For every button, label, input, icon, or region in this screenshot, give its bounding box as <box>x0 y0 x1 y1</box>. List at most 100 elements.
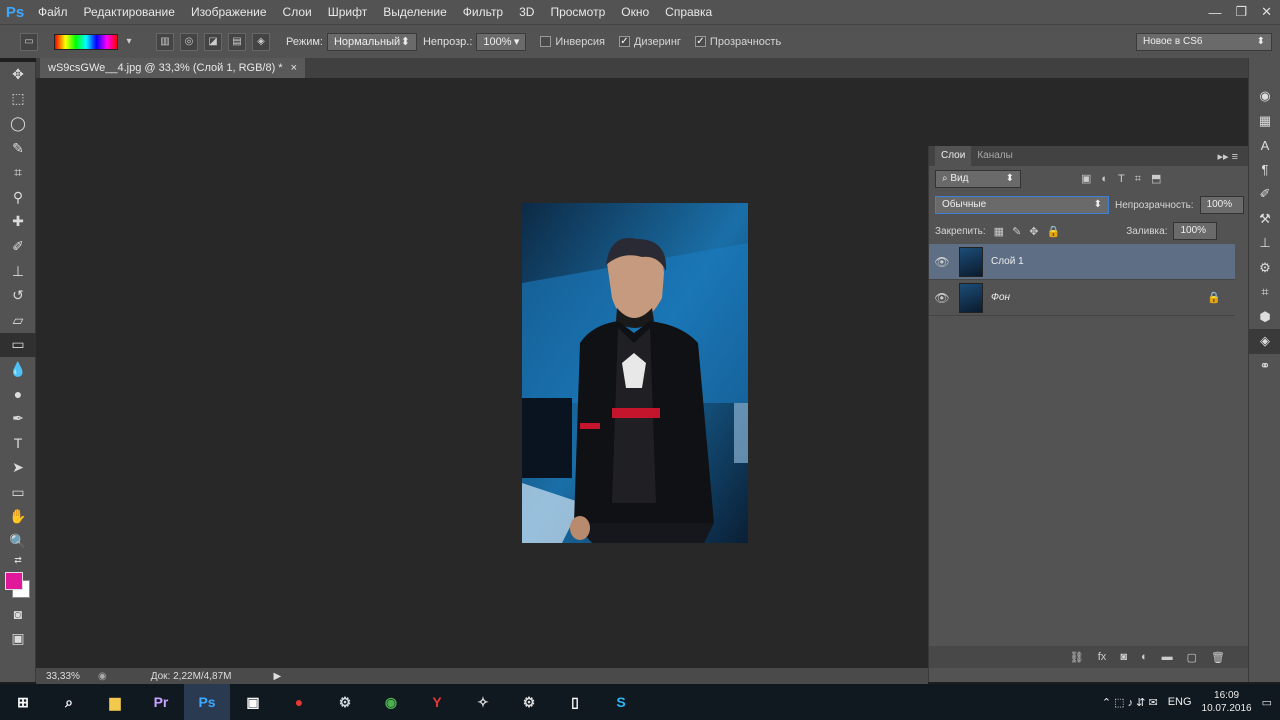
add-mask-icon[interactable]: ◙ <box>1120 651 1127 663</box>
layer-filter-select[interactable]: ⌕ Вид ⬍ <box>935 170 1021 188</box>
status-menu-arrow-icon[interactable]: ▶ <box>273 671 281 682</box>
swap-colors-icon[interactable]: ⇄ <box>0 554 36 568</box>
eye-icon[interactable]: 👁 <box>929 255 955 269</box>
tab-channels[interactable]: Каналы <box>971 146 1019 166</box>
premiere-icon[interactable]: Pr <box>138 684 184 720</box>
gradient-picker[interactable] <box>54 33 118 50</box>
transparency-checkbox[interactable]: ✓ <box>694 36 706 47</box>
channels-icon[interactable]: ⚭ <box>1249 354 1280 379</box>
angle-gradient-icon[interactable]: ◪ <box>204 32 222 51</box>
screen-mode-icon[interactable]: ▣ <box>0 626 36 651</box>
shape-tool-icon[interactable]: ▭ <box>0 480 36 505</box>
start-button-icon[interactable]: ⊞ <box>0 684 46 720</box>
blend-mode-select[interactable]: Обычные ⬍ <box>935 196 1109 214</box>
tool-presets-icon[interactable]: ⚒ <box>1249 207 1280 232</box>
menu-select[interactable]: Выделение <box>375 0 455 24</box>
eraser-tool-icon[interactable]: ▱ <box>0 308 36 333</box>
layer-row[interactable]: 👁 Фон 🔒 <box>929 280 1235 316</box>
path-select-tool-icon[interactable]: ➤ <box>0 456 36 481</box>
trash-icon[interactable]: 🗑 <box>1211 651 1225 664</box>
menu-help[interactable]: Справка <box>657 0 720 24</box>
search-icon[interactable]: ⌕ <box>46 684 92 720</box>
type-tool-icon[interactable]: T <box>0 431 36 456</box>
radial-gradient-icon[interactable]: ◎ <box>180 32 198 51</box>
layer-filter-icons[interactable]: ▣◐T⌗⬒ <box>1081 172 1171 186</box>
layer-row[interactable]: 👁 Слой 1 <box>929 244 1235 280</box>
new-layer-icon[interactable]: ▢ <box>1187 651 1197 664</box>
lock-icons[interactable]: ▦✎✥🔒 <box>994 225 1069 238</box>
menu-image[interactable]: Изображение <box>183 0 275 24</box>
menu-layers[interactable]: Слои <box>275 0 320 24</box>
dodge-tool-icon[interactable]: ● <box>0 382 36 407</box>
crop-tool-icon[interactable]: ⌗ <box>0 160 36 185</box>
inverse-checkbox[interactable] <box>540 36 552 47</box>
workspace-select[interactable]: Новое в CS6 ⬍ <box>1136 33 1272 51</box>
steam-icon[interactable]: ⚙ <box>322 684 368 720</box>
document-icon[interactable]: ▯ <box>552 684 598 720</box>
tab-layers[interactable]: Слои <box>935 146 972 166</box>
document-image[interactable] <box>522 203 748 543</box>
maximize-button[interactable]: ❐ <box>1235 4 1247 20</box>
steam-client-icon[interactable]: ⚙ <box>506 684 552 720</box>
hand-tool-icon[interactable]: ✋ <box>0 505 36 530</box>
yandex-icon[interactable]: Y <box>414 684 460 720</box>
skype-icon[interactable]: S <box>598 684 644 720</box>
marquee-tool-icon[interactable]: ⬚ <box>0 87 36 112</box>
video-editor-icon[interactable]: ▣ <box>230 684 276 720</box>
link-layers-icon[interactable]: ⛓ <box>1070 651 1084 664</box>
3d-icon[interactable]: ⬢ <box>1249 305 1280 330</box>
minimize-button[interactable]: — <box>1208 5 1221 20</box>
layer-opacity-input[interactable]: 100% <box>1199 196 1244 214</box>
new-group-icon[interactable]: ▬ <box>1162 651 1173 663</box>
tray-icons[interactable]: ⌃ ⬚ ♪ ⇵ ✉ <box>1102 696 1158 709</box>
pen-tool-icon[interactable]: ✒ <box>0 406 36 431</box>
clock[interactable]: 16:09 10.07.2016 <box>1202 689 1252 715</box>
menu-file[interactable]: Файл <box>30 0 76 24</box>
dither-checkbox[interactable]: ✓ <box>618 36 630 47</box>
brush-presets-icon[interactable]: ✐ <box>1249 182 1280 207</box>
tool-preset-icon[interactable]: ▭ <box>20 32 38 51</box>
paragraph-icon[interactable]: ¶ <box>1249 158 1280 183</box>
photoshop-taskbar-icon[interactable]: Ps <box>184 684 230 720</box>
menu-window[interactable]: Окно <box>613 0 657 24</box>
panel-menu-icon[interactable]: ▸▸ ≡ <box>1217 150 1238 163</box>
close-button[interactable]: ✕ <box>1261 4 1272 20</box>
eyedropper-tool-icon[interactable]: ⚲ <box>0 185 36 210</box>
move-tool-icon[interactable]: ✥ <box>0 62 36 87</box>
app-icon[interactable]: ✧ <box>460 684 506 720</box>
file-explorer-icon[interactable]: ▆ <box>92 684 138 720</box>
mode-select[interactable]: Нормальный ⬍ <box>326 32 417 51</box>
brush-tool-icon[interactable]: ✐ <box>0 234 36 259</box>
menu-filter[interactable]: Фильтр <box>455 0 511 24</box>
lasso-tool-icon[interactable]: ◯ <box>0 111 36 136</box>
menu-type[interactable]: Шрифт <box>320 0 375 24</box>
fx-icon[interactable]: fx <box>1098 651 1107 663</box>
reflected-gradient-icon[interactable]: ▤ <box>228 32 246 51</box>
document-tab[interactable]: wS9csGWe__4.jpg @ 33,3% (Слой 1, RGB/8) … <box>40 58 306 78</box>
canvas-area[interactable] <box>36 78 928 668</box>
chrome-icon[interactable]: ◉ <box>368 684 414 720</box>
zoom-tool-icon[interactable]: 🔍 <box>0 529 36 554</box>
zoom-level[interactable]: 33,33% <box>46 671 86 682</box>
recorder-icon[interactable]: ● <box>276 684 322 720</box>
eye-icon[interactable]: 👁 <box>929 291 955 305</box>
properties-icon[interactable]: ⌗ <box>1249 280 1280 305</box>
character-icon[interactable]: A <box>1249 133 1280 158</box>
adjustment-layer-icon[interactable]: ◐ <box>1141 651 1148 663</box>
clone-source-icon[interactable]: ⊥ <box>1249 231 1280 256</box>
quick-mask-icon[interactable]: ◙ <box>0 602 36 627</box>
navigator-icon[interactable]: ◉ <box>1249 84 1280 109</box>
stamp-tool-icon[interactable]: ⊥ <box>0 259 36 284</box>
quick-select-tool-icon[interactable]: ✎ <box>0 136 36 161</box>
status-info-icon[interactable]: ◉ <box>98 671 107 682</box>
gradient-tool-icon[interactable]: ▭ <box>0 332 36 358</box>
healing-brush-tool-icon[interactable]: ✚ <box>0 210 36 235</box>
history-brush-tool-icon[interactable]: ↺ <box>0 283 36 308</box>
menu-3d[interactable]: 3D <box>511 0 542 24</box>
blur-tool-icon[interactable]: 💧 <box>0 357 36 382</box>
layers-dock-icon[interactable]: ◈ <box>1249 329 1280 354</box>
opacity-input[interactable]: 100% ▾ <box>476 32 527 51</box>
close-icon[interactable]: × <box>291 58 297 78</box>
fill-input[interactable]: 100% <box>1173 222 1218 240</box>
histogram-icon[interactable]: ▦ <box>1249 109 1280 134</box>
